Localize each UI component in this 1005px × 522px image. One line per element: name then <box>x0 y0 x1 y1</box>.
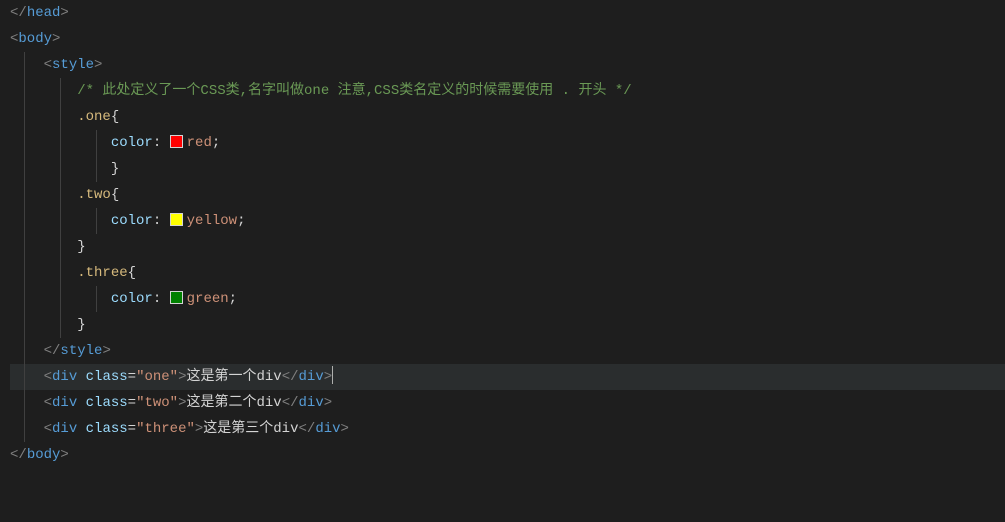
code-line[interactable]: </head> <box>10 0 1005 26</box>
tag-name: div <box>299 369 324 385</box>
color-swatch-icon[interactable] <box>170 135 183 148</box>
bracket: </ <box>10 447 27 463</box>
code-line[interactable]: <style> <box>10 52 1005 78</box>
code-line[interactable]: </body> <box>10 442 1005 468</box>
brace-close: } <box>77 317 85 333</box>
text-content: 这是第二个div <box>186 395 281 411</box>
semicolon: ; <box>229 291 237 307</box>
code-line[interactable]: color: yellow; <box>10 208 1005 234</box>
css-selector: .three <box>77 265 127 281</box>
bracket: </ <box>282 395 299 411</box>
bracket: </ <box>10 5 27 21</box>
css-property: color <box>111 291 153 307</box>
tag-name: body <box>18 31 52 47</box>
bracket: </ <box>299 421 316 437</box>
code-line[interactable]: color: green; <box>10 286 1005 312</box>
code-line[interactable]: <body> <box>10 26 1005 52</box>
tag-name: head <box>27 5 61 21</box>
attr-value: "two" <box>136 395 178 411</box>
bracket: </ <box>44 343 61 359</box>
attr-name: class <box>86 395 128 411</box>
text-content: 这是第一个div <box>186 369 281 385</box>
tag-name: div <box>299 395 324 411</box>
bracket: > <box>52 31 60 47</box>
css-value: green <box>187 291 229 307</box>
tag-name: body <box>27 447 61 463</box>
code-line[interactable]: .one{ <box>10 104 1005 130</box>
tag-name: div <box>52 369 77 385</box>
equals: = <box>128 421 136 437</box>
tag-name: style <box>52 57 94 73</box>
bracket: > <box>102 343 110 359</box>
bracket: </ <box>282 369 299 385</box>
bracket: > <box>60 447 68 463</box>
text-cursor-icon <box>332 366 333 384</box>
css-selector: .two <box>77 187 111 203</box>
attr-name: class <box>86 421 128 437</box>
code-line[interactable]: <div class="two">这是第二个div</div> <box>10 390 1005 416</box>
attr-value: "three" <box>136 421 195 437</box>
brace-open: { <box>128 265 136 281</box>
code-line[interactable]: color: red; <box>10 130 1005 156</box>
semicolon: ; <box>212 135 220 151</box>
code-line[interactable]: } <box>10 234 1005 260</box>
bracket: < <box>44 421 52 437</box>
equals: = <box>128 369 136 385</box>
code-line[interactable]: /* 此处定义了一个CSS类,名字叫做one 注意,CSS类名定义的时候需要使用… <box>10 78 1005 104</box>
semicolon: ; <box>237 213 245 229</box>
bracket: < <box>44 369 52 385</box>
colon: : <box>153 135 161 151</box>
tag-name: div <box>52 395 77 411</box>
code-line[interactable]: .two{ <box>10 182 1005 208</box>
brace-open: { <box>111 187 119 203</box>
bracket: > <box>94 57 102 73</box>
bracket: > <box>324 369 332 385</box>
css-property: color <box>111 135 153 151</box>
color-swatch-icon[interactable] <box>170 291 183 304</box>
color-swatch-icon[interactable] <box>170 213 183 226</box>
css-value: yellow <box>187 213 237 229</box>
brace-close: } <box>77 239 85 255</box>
bracket: > <box>324 395 332 411</box>
code-editor[interactable]: </head> <body> <style> /* 此处定义了一个CSS类,名字… <box>0 0 1005 468</box>
code-line[interactable]: } <box>10 156 1005 182</box>
attr-value: "one" <box>136 369 178 385</box>
tag-name: style <box>60 343 102 359</box>
css-comment: /* 此处定义了一个CSS类,名字叫做one 注意,CSS类名定义的时候需要使用… <box>77 83 631 99</box>
tag-name: div <box>315 421 340 437</box>
css-property: color <box>111 213 153 229</box>
css-selector: .one <box>77 109 111 125</box>
text-content: 这是第三个div <box>203 421 298 437</box>
brace-open: { <box>111 109 119 125</box>
brace-close: } <box>111 161 119 177</box>
colon: : <box>153 291 161 307</box>
code-line[interactable]: <div class="three">这是第三个div</div> <box>10 416 1005 442</box>
bracket: < <box>44 57 52 73</box>
code-line[interactable]: </style> <box>10 338 1005 364</box>
code-line-active[interactable]: <div class="one">这是第一个div</div> <box>10 364 1005 390</box>
code-line[interactable]: .three{ <box>10 260 1005 286</box>
colon: : <box>153 213 161 229</box>
tag-name: div <box>52 421 77 437</box>
css-value: red <box>187 135 212 151</box>
equals: = <box>128 395 136 411</box>
attr-name: class <box>86 369 128 385</box>
bracket: < <box>44 395 52 411</box>
code-line[interactable]: } <box>10 312 1005 338</box>
bracket: > <box>341 421 349 437</box>
bracket: > <box>60 5 68 21</box>
